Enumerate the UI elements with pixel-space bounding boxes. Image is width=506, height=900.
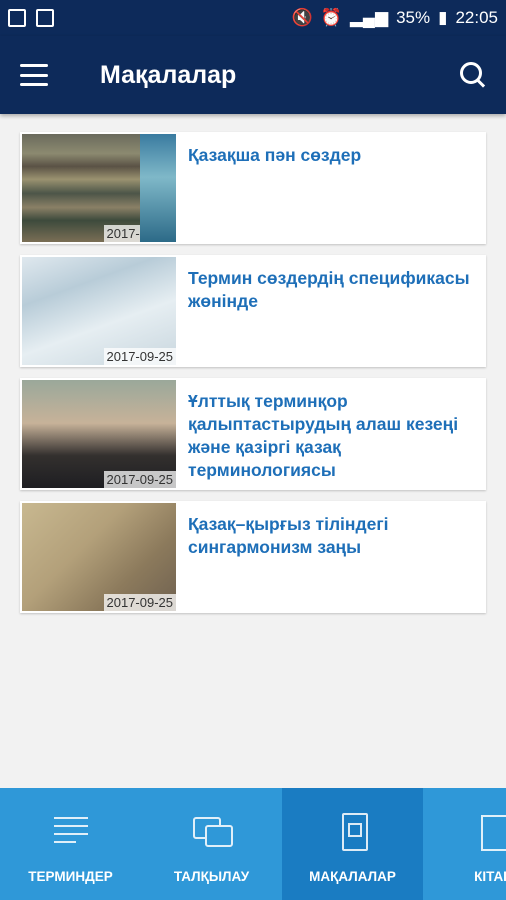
alarm-icon: ⏰ xyxy=(320,8,342,27)
article-title: Термин сөздердің спецификасы жөнінде xyxy=(188,268,470,311)
article-date: 2017-09-25 xyxy=(103,348,176,365)
article-thumbnail: 2017-09-25 xyxy=(22,503,176,611)
app-notification-icon xyxy=(36,9,54,27)
gallery-notification-icon xyxy=(8,9,26,27)
bottom-tab-bar: ТЕРМИНДЕР ТАЛҚЫЛАУ МАҚАЛАЛАР КІТАП xyxy=(0,788,506,900)
article-date: 2017-09-25 xyxy=(103,594,176,611)
article-thumbnail: 2017-09-25 xyxy=(22,257,176,365)
mute-icon: 🔇 xyxy=(291,8,313,27)
article-date: 2017-09-25 xyxy=(103,225,176,242)
article-card[interactable]: 2017-09-25 Ұлттық терминқор қалыптастыру… xyxy=(20,378,486,490)
tab-label: КІТАП xyxy=(474,869,506,884)
article-card[interactable]: 2017-09-25 Қазақша пән сөздер xyxy=(20,132,486,244)
search-icon[interactable] xyxy=(460,62,486,88)
article-date: 2017-09-25 xyxy=(103,471,176,488)
status-time: 22:05 xyxy=(455,8,498,27)
signal-icon: ▂▄▆ xyxy=(349,8,389,27)
article-card[interactable]: 2017-09-25 Термин сөздердің спецификасы … xyxy=(20,255,486,367)
tab-label: ТЕРМИНДЕР xyxy=(28,869,113,884)
menu-icon[interactable] xyxy=(20,64,48,86)
list-icon xyxy=(52,813,90,849)
book-icon xyxy=(475,813,506,851)
status-notifications xyxy=(8,9,54,27)
article-title: Қазақ–қырғыз тіліндегі сингармонизм заңы xyxy=(188,514,389,557)
article-thumbnail: 2017-09-25 xyxy=(22,380,176,488)
status-bar: 🔇 ⏰ ▂▄▆ 35% ▮ 22:05 xyxy=(0,0,506,36)
chat-icon xyxy=(192,813,233,849)
tab-articles[interactable]: МАҚАЛАЛАР xyxy=(282,788,423,900)
article-icon xyxy=(334,813,372,851)
battery-icon: ▮ xyxy=(438,8,448,27)
battery-percent: 35% xyxy=(396,8,431,27)
tab-terms[interactable]: ТЕРМИНДЕР xyxy=(0,788,141,900)
page-title: Мақалалар xyxy=(100,60,237,89)
tab-label: МАҚАЛАЛАР xyxy=(309,869,396,884)
tab-label: ТАЛҚЫЛАУ xyxy=(173,869,250,884)
article-title: Қазақша пән сөздер xyxy=(188,145,362,165)
article-card[interactable]: 2017-09-25 Қазақ–қырғыз тіліндегі сингар… xyxy=(20,501,486,613)
article-list: 2017-09-25 Қазақша пән сөздер 2017-09-25… xyxy=(20,132,486,624)
article-thumbnail: 2017-09-25 xyxy=(22,134,176,242)
tab-discussion[interactable]: ТАЛҚЫЛАУ xyxy=(141,788,282,900)
tab-books[interactable]: КІТАП xyxy=(423,788,506,900)
article-title: Ұлттық терминқор қалыптастырудың алаш ке… xyxy=(188,391,459,480)
status-indicators: 🔇 ⏰ ▂▄▆ 35% ▮ 22:05 xyxy=(292,8,498,28)
app-bar: Мақалалар xyxy=(0,36,506,114)
